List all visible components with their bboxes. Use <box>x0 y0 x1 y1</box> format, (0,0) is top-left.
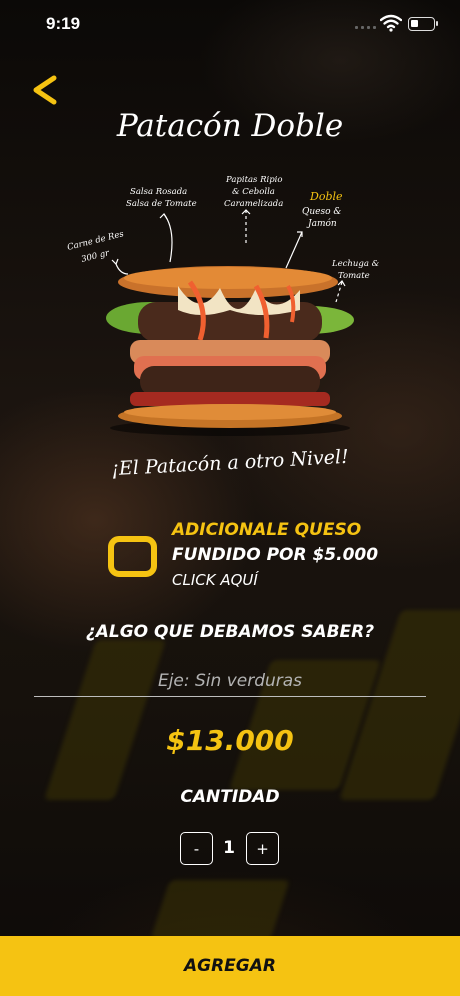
back-chevron-icon[interactable] <box>26 72 66 112</box>
addon-cheese-option[interactable]: ADICIONALE QUESO FUNDIDO POR $5.000 CLIC… <box>108 518 428 592</box>
callout-fries: Papitas Ripio <box>225 175 283 185</box>
status-time: 9:19 <box>46 14 81 33</box>
callout-beef: Carne de Res <box>66 229 125 253</box>
signal-icon <box>355 26 376 29</box>
product-title: Patacón Doble <box>116 108 344 144</box>
status-bar: 9:19 <box>0 0 460 48</box>
quantity-value: 1 <box>223 838 235 858</box>
svg-text:Queso &: Queso & <box>302 207 341 217</box>
addon-click-hint: CLICK AQUÍ <box>172 571 258 589</box>
callout-cheese: Doble <box>309 190 343 203</box>
callout-lettuce: Lechuga & <box>331 259 380 269</box>
quantity-increase-button[interactable]: + <box>246 832 279 865</box>
addon-price-text: FUNDIDO POR $5.000 <box>172 545 379 565</box>
addon-title: ADICIONALE QUESO <box>172 520 362 540</box>
svg-text:Tomate: Tomate <box>338 271 370 281</box>
add-to-cart-button[interactable]: AGREGAR <box>0 936 460 996</box>
svg-text:& Cebolla: & Cebolla <box>232 187 275 197</box>
svg-text:Jamón: Jamón <box>306 218 337 229</box>
product-price: $13.000 <box>166 724 294 757</box>
quantity-decrease-button[interactable]: - <box>180 832 213 865</box>
battery-icon <box>408 17 438 31</box>
quantity-label: CANTIDAD <box>180 787 280 807</box>
svg-text:300 gr: 300 gr <box>80 248 111 265</box>
wifi-icon <box>380 14 402 32</box>
background-stripe <box>150 880 290 940</box>
notes-question: ¿ALGO QUE DEBAMOS SABER? <box>85 622 375 642</box>
notes-input[interactable] <box>34 665 426 697</box>
addon-checkbox[interactable] <box>108 536 157 577</box>
svg-text:Caramelizada: Caramelizada <box>224 199 283 209</box>
add-to-cart-label: AGREGAR <box>183 956 276 976</box>
product-image: Carne de Res 300 gr Salsa Rosada Salsa d… <box>66 175 380 436</box>
svg-text:Salsa de Tomate: Salsa de Tomate <box>126 199 197 209</box>
callout-sauce: Salsa Rosada <box>130 187 187 197</box>
